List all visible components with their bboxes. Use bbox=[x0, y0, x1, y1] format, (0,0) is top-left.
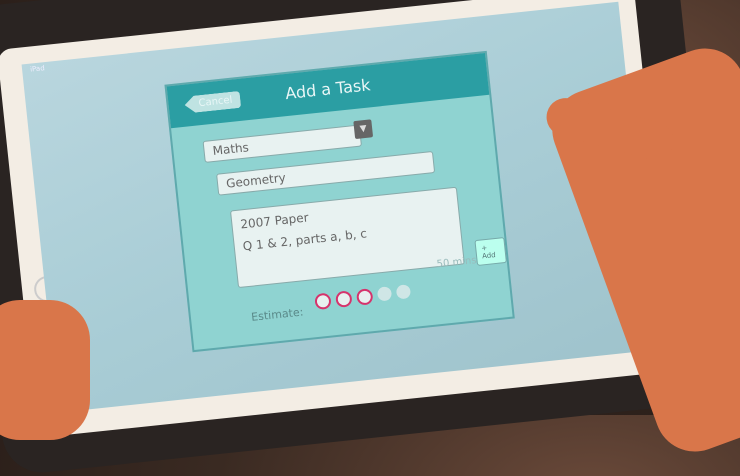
estimate-dot[interactable] bbox=[355, 288, 374, 306]
left-thumb bbox=[0, 300, 90, 440]
screen: iPad Cancel Add a Task Maths ▼ Geometry … bbox=[21, 1, 655, 413]
status-carrier: iPad bbox=[29, 64, 46, 74]
notes-textarea[interactable]: 2007 Paper Q 1 & 2, parts a, b, c bbox=[229, 186, 465, 289]
subject-select[interactable]: Maths bbox=[202, 124, 362, 163]
add-task-dialog: Cancel Add a Task Maths ▼ Geometry 2007 … bbox=[164, 50, 515, 353]
estimate-dot[interactable] bbox=[335, 290, 353, 308]
dialog-title: Add a Task bbox=[284, 75, 372, 104]
estimate-dot[interactable] bbox=[314, 292, 332, 311]
dialog-header: Cancel Add a Task bbox=[166, 53, 490, 129]
estimate-dot[interactable] bbox=[376, 286, 393, 302]
estimate-label: Estimate: bbox=[250, 305, 304, 324]
add-button[interactable]: + Add bbox=[474, 237, 507, 267]
estimate-dot[interactable] bbox=[395, 284, 412, 300]
estimate-rating[interactable] bbox=[314, 284, 412, 311]
triangle-down-icon[interactable]: ▼ bbox=[353, 119, 374, 140]
